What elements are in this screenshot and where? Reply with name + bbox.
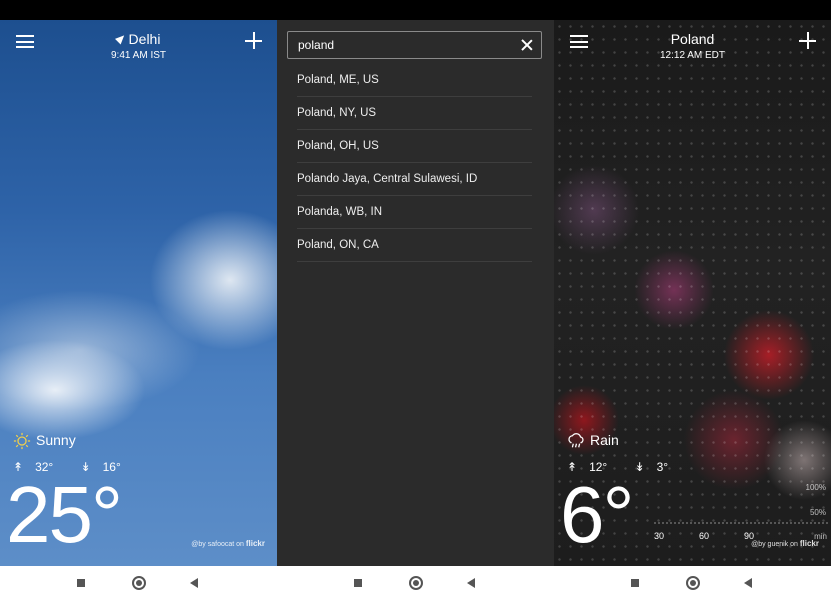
search-box [287,31,542,59]
search-result[interactable]: Poland, ME, US [297,64,532,97]
current-temperature: 6° [560,470,634,559]
x-tick-label: 60 [699,531,709,541]
credit-brand: flickr [799,539,819,548]
photo-credit[interactable]: @by safoocat on flickr [191,539,265,548]
condition: Sunny [12,432,76,450]
precipitation-chart: 100%50%30 60 90 min [654,483,829,541]
search-result[interactable]: Poland, OH, US [297,130,532,163]
back-icon[interactable] [744,578,752,588]
x-tick-label: 30 [654,531,664,541]
search-panel: Poland, ME, US Poland, NY, US Poland, OH… [277,20,554,566]
home-icon[interactable] [409,576,423,590]
back-icon[interactable] [467,578,475,588]
local-time: 12:12 AM EDT [659,50,726,61]
current-temperature: 25° [6,470,123,559]
search-result[interactable]: Polando Jaya, Central Sulawesi, ID [297,163,532,196]
y-tick-label: 50% [810,508,826,517]
add-icon[interactable] [245,32,262,49]
city-name: Delhi [128,31,161,47]
photo-credit[interactable]: @by guenik on flickr [751,539,819,548]
weather-panel-delhi: Delhi 9:41 AM IST Sunny ↟ 32° ↡ 16° 25° @b… [0,20,277,566]
system-nav-bar [0,566,831,600]
search-result[interactable]: Poland, ON, CA [297,229,532,262]
low-temp-icon: ↡ [634,460,645,474]
location-arrow-icon [114,32,127,45]
city-name: Poland [670,31,715,47]
y-tick-label: 100% [806,483,826,492]
sun-icon [13,433,31,450]
home-icon[interactable] [132,576,146,590]
clear-icon[interactable] [521,39,533,51]
condition: Rain [566,432,619,450]
recents-icon[interactable] [354,579,362,587]
condition-text: Sunny [36,432,76,448]
search-result[interactable]: Polanda, WB, IN [297,196,532,229]
location-header: Poland 12:12 AM EDT [554,31,831,61]
credit-text: @by safoocat on [191,541,244,548]
location-header: Delhi 9:41 AM IST [0,31,277,61]
recents-icon[interactable] [631,579,639,587]
credit-brand: flickr [245,539,265,548]
add-icon[interactable] [799,32,816,49]
rain-cloud-icon [568,433,584,448]
recents-icon[interactable] [77,579,85,587]
status-bar [0,0,831,20]
search-results: Poland, ME, US Poland, NY, US Poland, OH… [297,64,532,262]
search-input[interactable] [298,32,498,58]
back-icon[interactable] [190,578,198,588]
weather-panel-poland: Poland 12:12 AM EDT Rain ↟ 12° ↡ 3° 6° 100… [554,20,831,566]
condition-text: Rain [590,432,619,448]
search-result[interactable]: Poland, NY, US [297,97,532,130]
home-icon[interactable] [686,576,700,590]
local-time: 9:41 AM IST [110,50,167,61]
credit-text: @by guenik on [751,541,798,548]
